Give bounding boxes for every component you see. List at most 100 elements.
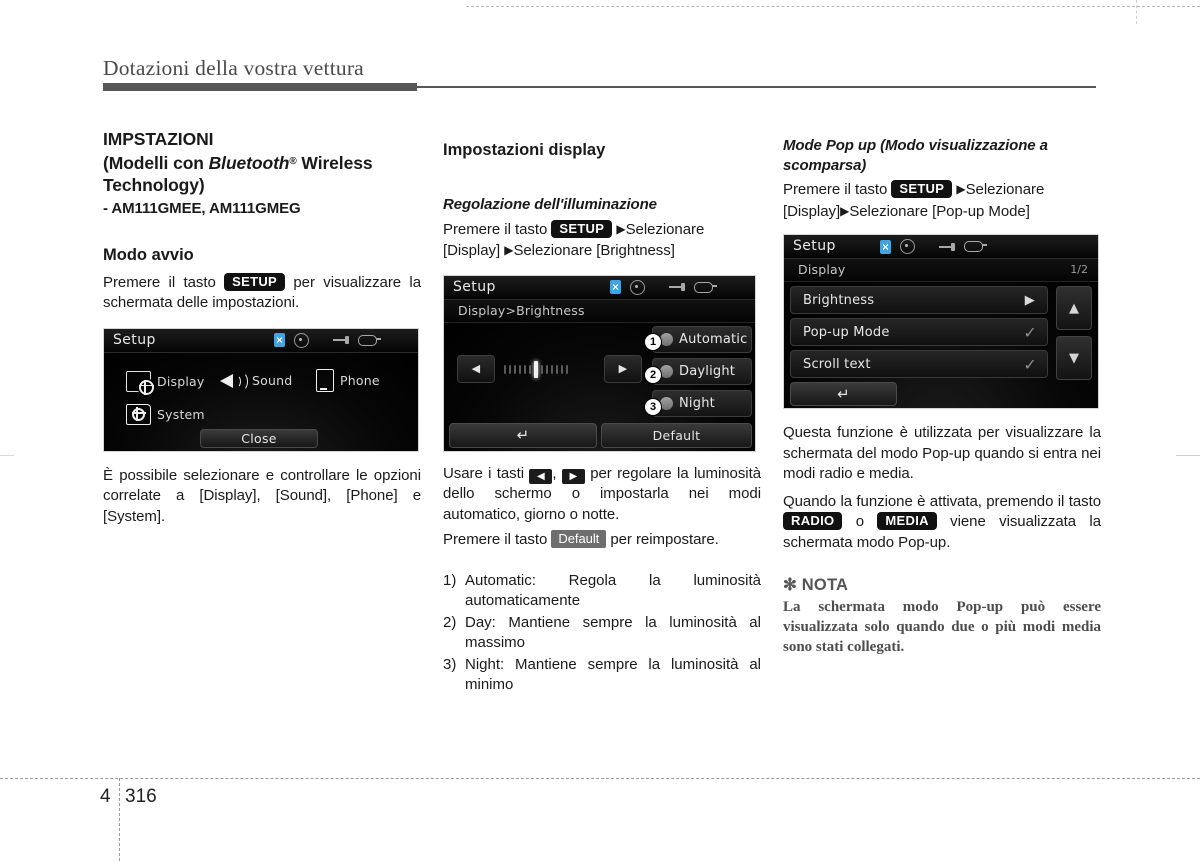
caption-left-column: È possibile selezionare e controllare le…: [103, 466, 421, 525]
edge-tick-right: [1176, 455, 1200, 456]
option-night[interactable]: Night: [652, 389, 752, 417]
brightness-increase-button[interactable]: ▶: [604, 354, 642, 383]
right-arrow-icon: ▶: [618, 362, 628, 375]
crop-mark-right-vertical: [1136, 0, 1137, 24]
tile-sound[interactable]: Sound: [220, 371, 292, 391]
list-item: 3) Night: Mantiene sempre la luminosità …: [443, 655, 761, 696]
tile-label-system: System: [157, 406, 205, 422]
callout-number-2: 2: [644, 365, 662, 384]
list-item-text: Day: Mantiene sempre la luminosità al ma…: [465, 613, 761, 652]
popup-title-line2: scomparsa): [783, 156, 867, 174]
breadcrumb: Display: [798, 262, 846, 277]
popup-usage-mid: o: [855, 513, 865, 530]
column-middle: Impostazioni display Regolazione dell'il…: [443, 128, 761, 697]
screenshot-brightness: Setup Display>Brightness ◀ ▶ 1 Automatic…: [443, 274, 756, 452]
device-status-bar: Setup: [104, 328, 418, 353]
display-gear-icon: [126, 370, 154, 395]
paragraph-popup-description: Questa funzione è utilizzata per visuali…: [783, 424, 1101, 482]
tile-system[interactable]: System: [126, 403, 205, 425]
left-arrow-icon: ◀: [471, 362, 481, 375]
tile-label-display: Display: [157, 373, 205, 389]
usb-icon: [333, 335, 349, 345]
edge-tick-left: [0, 455, 14, 456]
brightness-mode-list: 1) Automatic: Regola la luminosità autom…: [443, 571, 761, 696]
popup-title-line1: Mode Pop up (Modo visualizzazione a: [783, 137, 1048, 154]
scroll-down-button[interactable]: ▼: [1056, 336, 1092, 380]
tile-label-sound: Sound: [252, 373, 293, 388]
list-item: 2) Day: Mantiene sempre la luminosità al…: [443, 613, 761, 654]
folder-gear-icon: [126, 403, 151, 425]
media-key-badge: MEDIA: [877, 512, 937, 530]
device-status-bar: Setup: [444, 275, 755, 300]
list-item-number: 2): [443, 613, 457, 631]
device-title: Setup: [453, 278, 496, 295]
subsection-title-modo-avvio: Modo avvio: [103, 245, 194, 264]
path-text-line2a: [Display]: [783, 202, 841, 220]
option-automatic[interactable]: Automatic: [652, 325, 752, 353]
radio-dot-automatic: [660, 332, 673, 346]
list-item-number: 3): [443, 655, 457, 673]
paragraph-path-brightness: Premere il tasto SETUP ▶Selezionare [Dis…: [443, 219, 761, 262]
list-row-label-popup-mode: Pop-up Mode: [803, 324, 890, 340]
option-label-automatic: Automatic: [679, 331, 748, 347]
device-title: Setup: [793, 238, 836, 254]
list-item-text: Night: Mantiene sempre la luminosità al …: [465, 655, 761, 694]
back-arrow-icon: ↵: [837, 385, 850, 403]
tile-display[interactable]: Display: [126, 370, 205, 395]
list-row-scroll-text[interactable]: Scroll text ✓: [790, 350, 1048, 378]
phone-icon: [316, 368, 334, 392]
list-item-number: 1): [443, 571, 457, 589]
usb-icon: [939, 242, 955, 252]
bluetooth-icon: [880, 239, 891, 254]
option-daylight[interactable]: Daylight: [652, 357, 752, 385]
speaker-icon: [220, 371, 248, 391]
device-screen-body: Display Sound Phone System Close: [104, 352, 418, 451]
note-block: ✻ NOTA La schermata modo Pop-up può esse…: [783, 575, 1101, 657]
breadcrumb: Display>Brightness: [458, 302, 585, 318]
default-button[interactable]: Default: [601, 422, 752, 448]
path-arrow-icon: ▶: [616, 221, 626, 236]
tile-phone[interactable]: Phone: [316, 368, 380, 392]
slider-thumb[interactable]: [534, 360, 538, 378]
path-arrow-icon-2: ▶: [840, 203, 850, 218]
path-text-line2a: [Display]: [443, 242, 501, 259]
footer-chapter-number: 4: [100, 786, 111, 807]
crop-mark-left-vertical: [119, 778, 120, 861]
device-screen-body: ◀ ▶ 1 Automatic 2 Daylight 3 Night ↵ Def…: [444, 322, 755, 451]
section-title-line2-post: Wireless: [296, 152, 373, 173]
column-right: Mode Pop up (Modo visualizzazione a scom…: [783, 128, 1101, 657]
path-text-pre: Premere il tasto: [783, 181, 888, 198]
bluetooth-wordmark: Bluetooth: [208, 152, 290, 173]
status-icon-group: [274, 332, 381, 348]
back-button[interactable]: ↵: [790, 382, 897, 406]
list-item-text: Automatic: Regola la luminosità automati…: [465, 571, 761, 610]
path-text-mid: Selezionare: [965, 181, 1045, 198]
callout-number-3: 3: [644, 397, 662, 416]
brightness-decrease-button[interactable]: ◀: [457, 354, 495, 383]
status-icon-group: [880, 239, 987, 254]
paragraph-text-pre: Premere il tasto: [103, 273, 216, 291]
list-row-label-brightness: Brightness: [803, 292, 875, 308]
scroll-up-button[interactable]: ▲: [1056, 286, 1092, 330]
model-codes: - AM111GMEE, AM111GMEG: [103, 199, 301, 217]
page-indicator: 1/2: [1070, 263, 1088, 276]
checkmark-icon: ✓: [1023, 354, 1037, 374]
list-row-brightness[interactable]: Brightness ▶: [790, 286, 1048, 314]
header-rule-thick: [103, 83, 417, 91]
back-button[interactable]: ↵: [449, 422, 597, 448]
close-button[interactable]: Close: [200, 428, 318, 448]
usage-text-pre: Usare i tasti: [443, 464, 524, 482]
option-label-night: Night: [679, 395, 715, 411]
callout-number-1: 1: [644, 332, 662, 351]
disc-icon: [294, 332, 309, 348]
paragraph-popup-usage: Quando la funzione è attivata, premendo …: [783, 492, 1101, 554]
radio-key-badge: RADIO: [783, 512, 843, 530]
list-row-popup-mode[interactable]: Pop-up Mode ✓: [790, 318, 1048, 346]
note-body: La schermata modo Pop-up può essere visu…: [783, 599, 1101, 655]
screenshot-setup-home: Setup Display Sound Phone System Close: [103, 327, 419, 452]
crop-mark-top: [466, 6, 1200, 7]
note-heading: ✻ NOTA: [783, 576, 849, 594]
page-title: Dotazioni della vostra vettura: [103, 56, 364, 80]
aux-icon: [964, 241, 987, 252]
brightness-slider[interactable]: [504, 360, 568, 378]
